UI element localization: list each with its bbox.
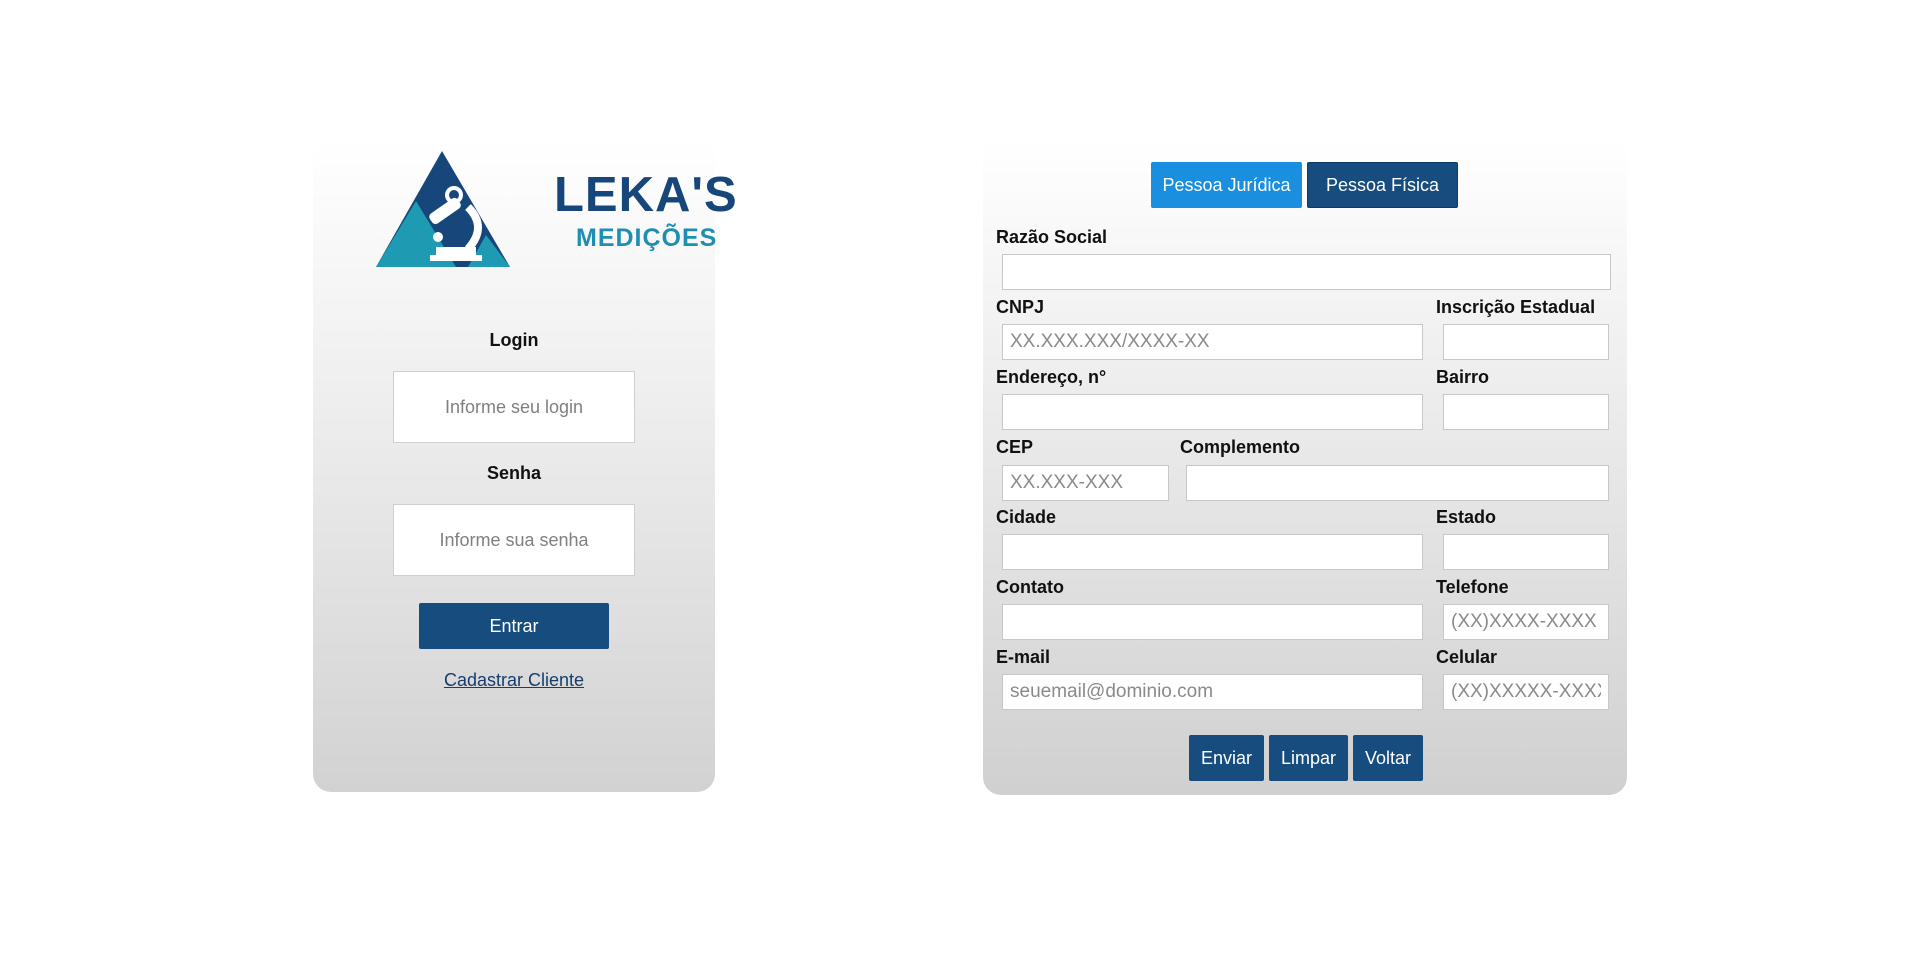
complemento-field[interactable] — [1186, 465, 1609, 501]
tab-pessoa-juridica[interactable]: Pessoa Jurídica — [1151, 162, 1302, 208]
login-card: LEKA'S MEDIÇÕES Login Senha Entrar Cadas… — [313, 140, 737, 792]
email-label: E-mail — [996, 647, 1051, 667]
inscricao-estadual-field[interactable] — [1443, 324, 1609, 360]
razao-social-field[interactable] — [1002, 254, 1611, 290]
inscricao-estadual-label: Inscrição Estadual — [1436, 297, 1596, 317]
password-label: Senha — [486, 463, 542, 483]
clear-button[interactable]: Limpar — [1269, 735, 1348, 781]
register-client-link[interactable]: Cadastrar Cliente — [313, 670, 715, 691]
cidade-field[interactable] — [1002, 534, 1423, 570]
tab-pessoa-fisica[interactable]: Pessoa Física — [1307, 162, 1458, 208]
cep-field[interactable] — [1002, 465, 1169, 501]
complemento-label: Complemento — [1180, 437, 1301, 457]
estado-field[interactable] — [1443, 534, 1609, 570]
cnpj-label: CNPJ — [996, 297, 1045, 317]
telefone-field[interactable] — [1443, 604, 1609, 640]
bairro-field[interactable] — [1443, 394, 1609, 430]
company-logo: LEKA'S MEDIÇÕES — [376, 149, 737, 269]
login-input[interactable] — [393, 371, 635, 443]
cidade-label: Cidade — [996, 507, 1057, 527]
endereco-field[interactable] — [1002, 394, 1423, 430]
bairro-label: Bairro — [1436, 367, 1490, 387]
contato-field[interactable] — [1002, 604, 1423, 640]
page: LEKA'S MEDIÇÕES Login Senha Entrar Cadas… — [0, 0, 1918, 962]
estado-label: Estado — [1436, 507, 1497, 527]
logo-brand-text: LEKA'S — [554, 168, 738, 222]
cnpj-field[interactable] — [1002, 324, 1423, 360]
cep-label: CEP — [996, 437, 1034, 457]
password-input[interactable] — [393, 504, 635, 576]
razao-social-label: Razão Social — [996, 227, 1108, 247]
celular-field[interactable] — [1443, 674, 1609, 710]
logo-subtitle-text: MEDIÇÕES — [576, 224, 718, 252]
send-button[interactable]: Enviar — [1189, 735, 1264, 781]
email-field[interactable] — [1002, 674, 1423, 710]
celular-label: Celular — [1436, 647, 1498, 667]
login-submit-button[interactable]: Entrar — [419, 603, 609, 649]
register-card: Pessoa Jurídica Pessoa Física Razão Soci… — [983, 140, 1627, 795]
telefone-label: Telefone — [1436, 577, 1509, 597]
back-button[interactable]: Voltar — [1353, 735, 1423, 781]
login-label: Login — [489, 330, 539, 350]
endereco-label: Endereço, n° — [996, 367, 1107, 387]
contato-label: Contato — [996, 577, 1064, 597]
